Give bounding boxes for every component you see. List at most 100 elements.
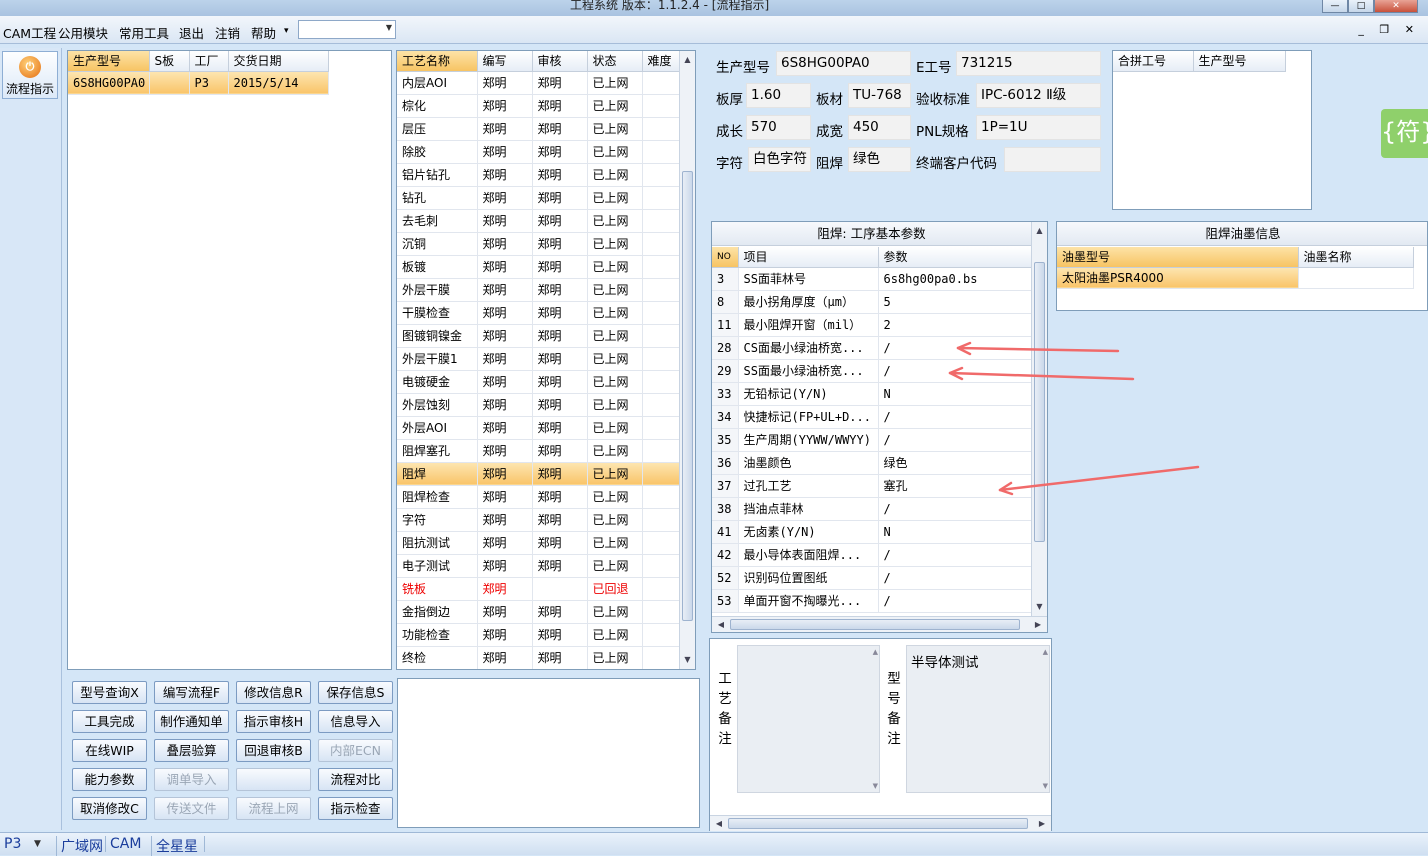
process-row[interactable]: 外层AOI 郑明 郑明 已上网	[397, 416, 680, 440]
process-row[interactable]: 棕化 郑明 郑明 已上网	[397, 94, 680, 118]
scroll-thumb[interactable]	[682, 171, 693, 621]
model-field[interactable]: 6S8HG00PA0	[776, 51, 911, 76]
help-dropdown-icon[interactable]: ▾	[284, 26, 289, 36]
param-row[interactable]: 53 单面开窗不掏曝光... /	[712, 589, 1032, 613]
action-button-4-0[interactable]: 取消修改C	[72, 797, 147, 820]
param-row[interactable]: 38 挡油点菲林 /	[712, 497, 1032, 521]
param-row[interactable]: 35 生产周期(YYWW/WWYY) /	[712, 428, 1032, 452]
scroll-thumb[interactable]	[728, 818, 1028, 829]
merge-header-model[interactable]: 生产型号	[1193, 51, 1286, 72]
action-button-1-3[interactable]: 信息导入	[318, 710, 393, 733]
process-row[interactable]: 外层蚀刻 郑明 郑明 已上网	[397, 393, 680, 417]
scroll-up-icon[interactable]: ▲	[1043, 648, 1048, 656]
action-button-3-3[interactable]: 流程对比	[318, 768, 393, 791]
scroll-thumb[interactable]	[730, 619, 1020, 630]
process-row[interactable]: 图镀铜镍金 郑明 郑明 已上网	[397, 324, 680, 348]
process-row[interactable]: 功能检查 郑明 郑明 已上网	[397, 623, 680, 647]
action-button-1-0[interactable]: 工具完成	[72, 710, 147, 733]
ink-header-model[interactable]: 油墨型号	[1057, 247, 1299, 268]
scroll-down-icon[interactable]: ▼	[873, 782, 878, 790]
params-scrollbar[interactable]: ▲ ▼	[1031, 222, 1047, 616]
process-header-name[interactable]: 工艺名称	[397, 51, 478, 72]
process-row[interactable]: 外层干膜1 郑明 郑明 已上网	[397, 347, 680, 371]
process-row[interactable]: 干膜检查 郑明 郑明 已上网	[397, 301, 680, 325]
close-button[interactable]: ✕	[1374, 0, 1418, 13]
toolbar-combo[interactable]: ▼	[298, 20, 396, 39]
solder-mask-field[interactable]: 绿色	[848, 147, 911, 172]
process-row[interactable]: 电子测试 郑明 郑明 已上网	[397, 554, 680, 578]
scroll-down-icon[interactable]: ▼	[1032, 600, 1047, 614]
process-header-status[interactable]: 状态	[587, 51, 643, 72]
process-row[interactable]: 钻孔 郑明 郑明 已上网	[397, 186, 680, 210]
chevron-down-icon[interactable]: ▼	[34, 839, 41, 849]
param-row[interactable]: 52 识别码位置图纸 /	[712, 566, 1032, 590]
process-row[interactable]: 去毛刺 郑明 郑明 已上网	[397, 209, 680, 233]
scroll-down-icon[interactable]: ▼	[680, 653, 695, 667]
order-header-s[interactable]: S板	[149, 51, 190, 72]
action-button-2-0[interactable]: 在线WIP	[72, 739, 147, 762]
notes-hscrollbar[interactable]: ◀ ▶	[710, 815, 1051, 831]
status-factory[interactable]: P3	[4, 836, 21, 852]
action-button-4-2[interactable]: 流程上网	[236, 797, 311, 820]
scroll-left-icon[interactable]: ◀	[712, 816, 726, 831]
scroll-thumb[interactable]	[1034, 262, 1045, 542]
process-header-difficulty[interactable]: 难度	[642, 51, 680, 72]
params-header-value[interactable]: 参数	[878, 247, 1032, 268]
menu-help[interactable]: 帮助	[251, 23, 276, 42]
standard-field[interactable]: IPC-6012 Ⅱ级	[976, 83, 1101, 108]
customer-code-field[interactable]	[1004, 147, 1101, 172]
order-header-date[interactable]: 交货日期	[228, 51, 329, 72]
pnl-field[interactable]: 1P=1U	[976, 115, 1101, 140]
scroll-up-icon[interactable]: ▲	[1032, 224, 1047, 238]
process-row[interactable]: 终检 郑明 郑明 已上网	[397, 646, 680, 669]
scroll-right-icon[interactable]: ▶	[1035, 816, 1049, 831]
param-row[interactable]: 11 最小阻焊开窗（mil） 2	[712, 313, 1032, 337]
ink-header-name[interactable]: 油墨名称	[1298, 247, 1414, 268]
param-row[interactable]: 29 SS面最小绿油桥宽... /	[712, 359, 1032, 383]
process-row[interactable]: 内层AOI 郑明 郑明 已上网	[397, 71, 680, 95]
action-button-4-3[interactable]: 指示检查	[318, 797, 393, 820]
maximize-button[interactable]: □	[1348, 0, 1374, 13]
param-row[interactable]: 37 过孔工艺 塞孔	[712, 474, 1032, 498]
scroll-down-icon[interactable]: ▼	[1043, 782, 1048, 790]
param-row[interactable]: 28 CS面最小绿油桥宽... /	[712, 336, 1032, 360]
menu-exit[interactable]: 退出	[179, 23, 204, 42]
menu-common-tools[interactable]: 常用工具	[119, 23, 169, 42]
action-button-2-3[interactable]: 内部ECN	[318, 739, 393, 762]
process-row[interactable]: 铣板 郑明 已回退	[397, 577, 680, 601]
process-row[interactable]: 电镀硬金 郑明 郑明 已上网	[397, 370, 680, 394]
legend-field[interactable]: 白色字符	[748, 147, 811, 172]
process-row[interactable]: 阻抗测试 郑明 郑明 已上网	[397, 531, 680, 555]
action-button-3-0[interactable]: 能力参数	[72, 768, 147, 791]
mdi-controls[interactable]: _ ❐ ✕	[1358, 23, 1420, 36]
scroll-up-icon[interactable]: ▲	[680, 53, 695, 67]
action-button-2-2[interactable]: 回退审核B	[236, 739, 311, 762]
param-row[interactable]: 36 油墨颜色 绿色	[712, 451, 1032, 475]
process-header-auditor[interactable]: 审核	[532, 51, 588, 72]
ink-row[interactable]: 太阳油墨PSR4000	[1057, 267, 1414, 289]
params-hscrollbar[interactable]: ◀ ▶	[712, 616, 1047, 632]
menu-logout[interactable]: 注销	[215, 23, 240, 42]
material-field[interactable]: TU-768	[848, 83, 911, 108]
flow-indicator-nav-button[interactable]: ⏻ 流程指示	[2, 51, 58, 99]
process-scrollbar[interactable]: ▲ ▼	[679, 51, 695, 669]
thickness-field[interactable]: 1.60	[746, 83, 811, 108]
param-row[interactable]: 42 最小导体表面阻焊... /	[712, 543, 1032, 567]
order-header-model[interactable]: 生产型号	[68, 51, 150, 72]
process-note-field[interactable]: ▲ ▼	[737, 645, 880, 793]
process-row[interactable]: 阻焊塞孔 郑明 郑明 已上网	[397, 439, 680, 463]
scroll-right-icon[interactable]: ▶	[1031, 617, 1045, 632]
process-row[interactable]: 除胶 郑明 郑明 已上网	[397, 140, 680, 164]
model-note-field[interactable]: 半导体测试 ▲ ▼	[906, 645, 1050, 793]
order-row[interactable]: 6S8HG00PA0 P3 2015/5/14	[68, 71, 329, 95]
param-row[interactable]: 33 无铅标记(Y/N) N	[712, 382, 1032, 406]
e-number-field[interactable]: 731215	[956, 51, 1101, 76]
process-row[interactable]: 金指倒边 郑明 郑明 已上网	[397, 600, 680, 624]
process-row[interactable]: 外层干膜 郑明 郑明 已上网	[397, 278, 680, 302]
param-row[interactable]: 34 快捷标记(FP+UL+D... /	[712, 405, 1032, 429]
process-row[interactable]: 阻焊 郑明 郑明 已上网	[397, 462, 680, 486]
order-header-factory[interactable]: 工厂	[189, 51, 229, 72]
minimize-button[interactable]: —	[1322, 0, 1348, 13]
scroll-up-icon[interactable]: ▲	[873, 648, 878, 656]
action-button-4-1[interactable]: 传送文件	[154, 797, 229, 820]
